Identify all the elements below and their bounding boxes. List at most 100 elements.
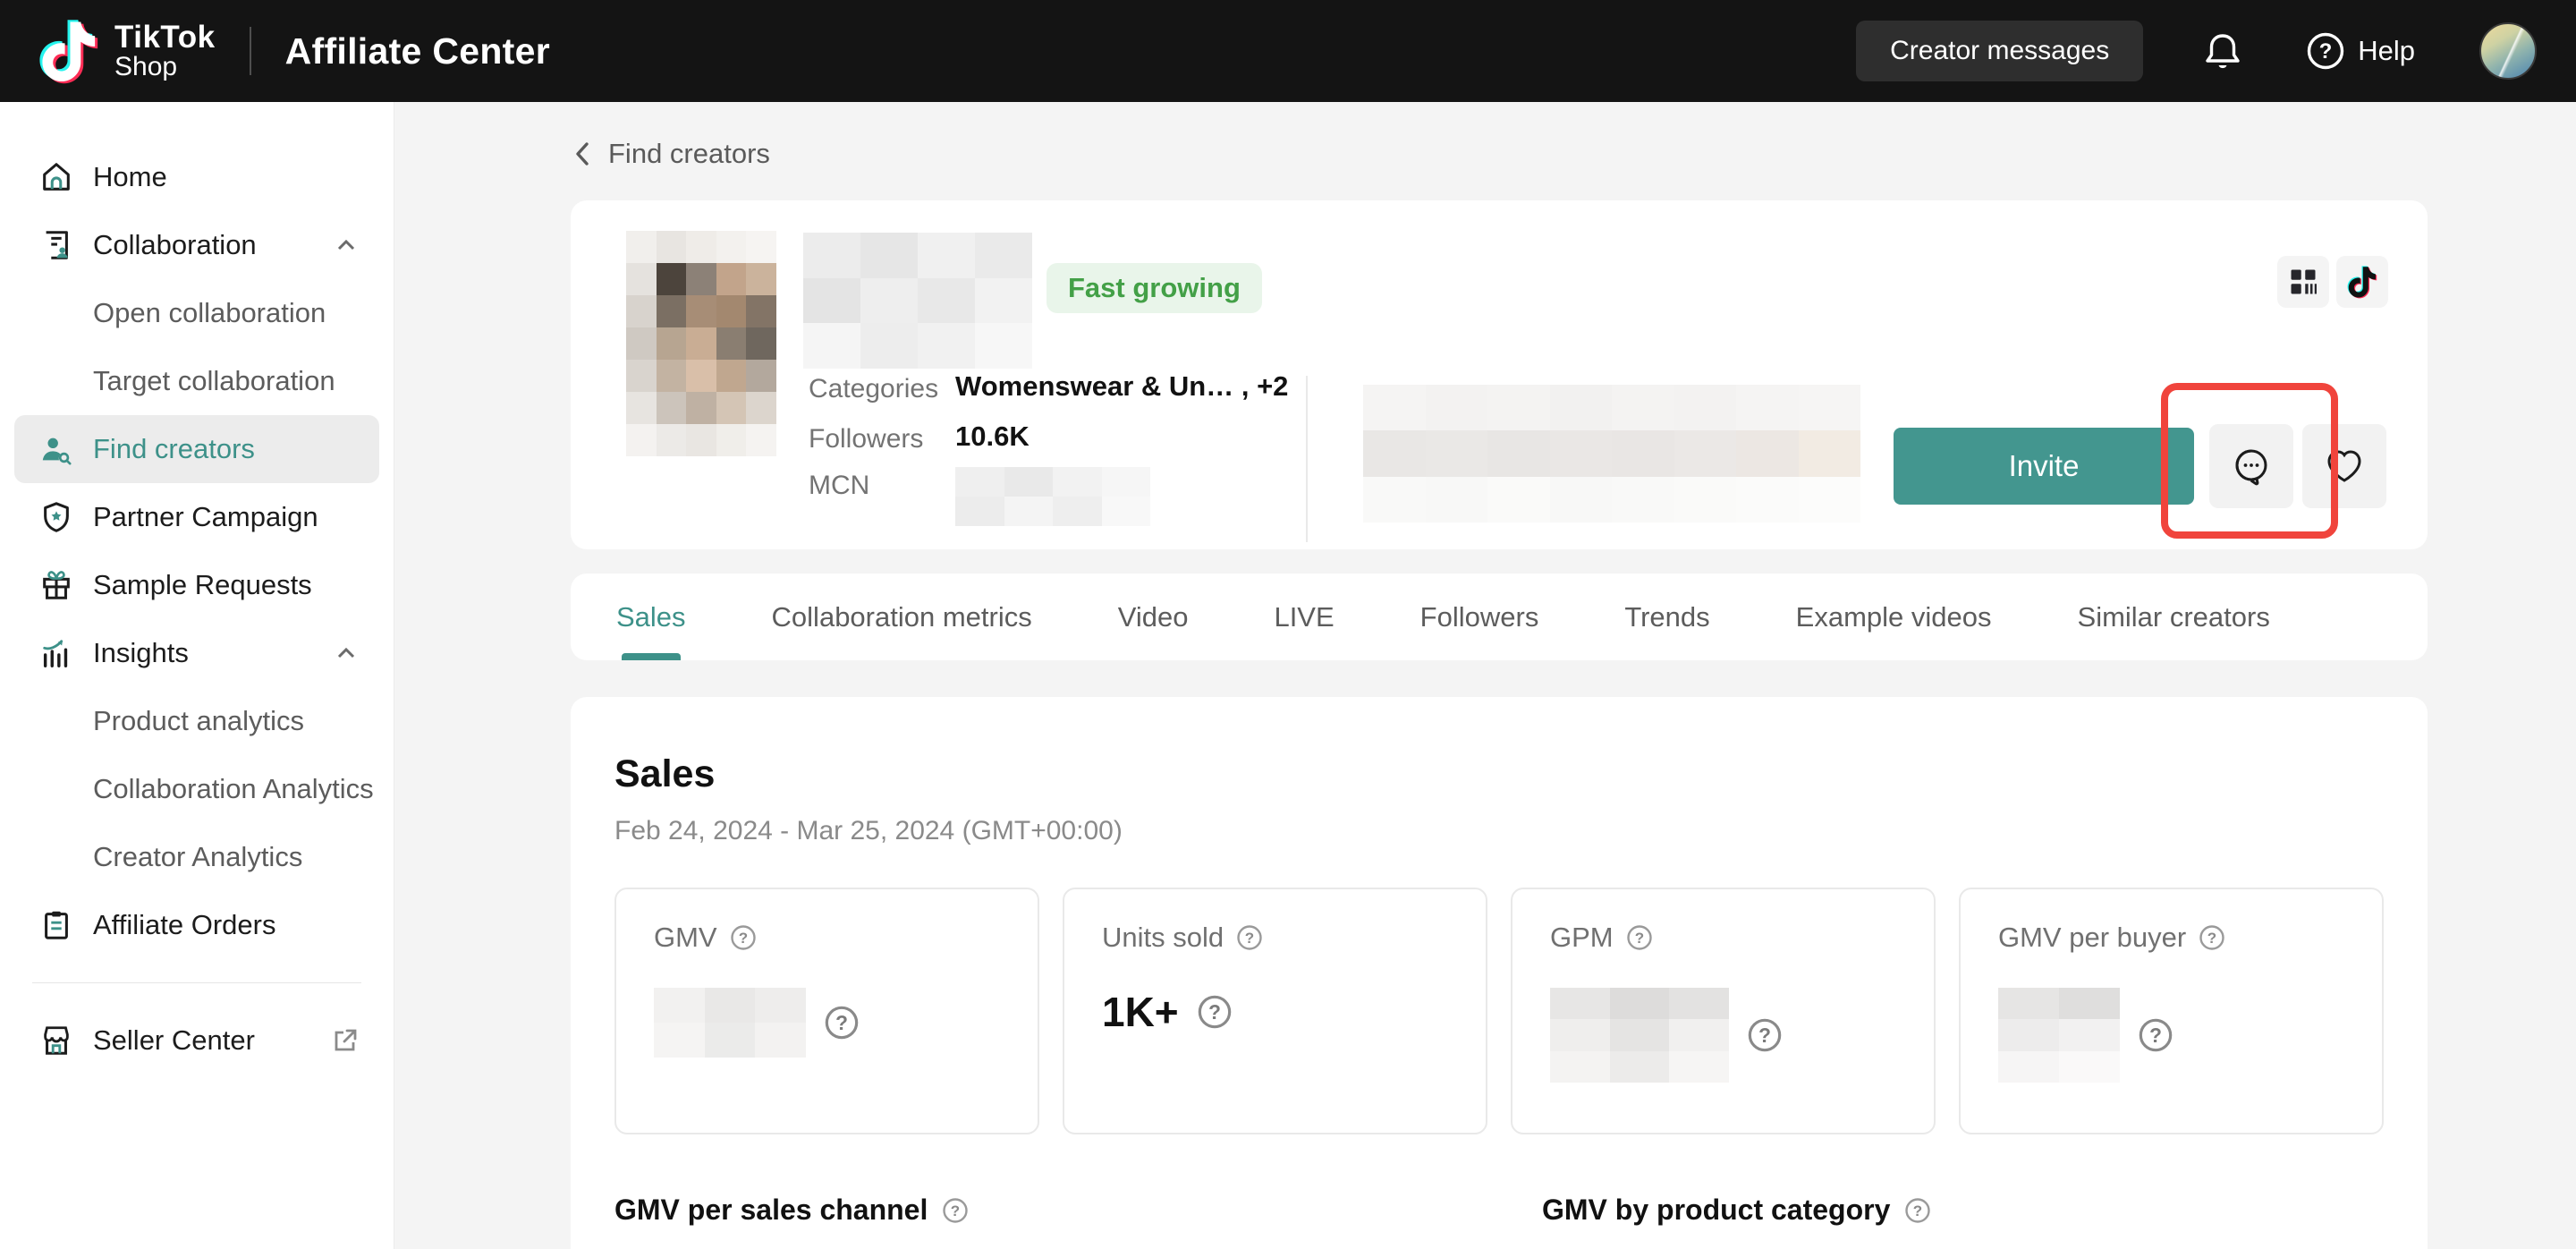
- question-circle-icon[interactable]: ?: [1197, 994, 1233, 1030]
- creator-name-blurred: [803, 233, 1032, 369]
- sidebar-item-partner-campaign[interactable]: Partner Campaign: [0, 483, 394, 551]
- question-circle-icon[interactable]: ?: [1236, 924, 1263, 951]
- sales-date-range: Feb 24, 2024 - Mar 25, 2024 (GMT+00:00): [614, 816, 2384, 846]
- sidebar-item-seller-center[interactable]: Seller Center: [0, 1007, 394, 1075]
- invite-button[interactable]: Invite: [1894, 428, 2194, 505]
- question-circle-icon[interactable]: ?: [942, 1197, 969, 1224]
- sidebar-item-collaboration-analytics[interactable]: Collaboration Analytics: [0, 755, 394, 823]
- metric-label: GMV per buyer: [1998, 922, 2186, 954]
- tiktok-profile-button[interactable]: [2336, 256, 2388, 308]
- user-avatar[interactable]: [2479, 22, 2537, 80]
- message-creator-button[interactable]: [2209, 424, 2293, 508]
- favorite-button[interactable]: [2302, 424, 2386, 508]
- sidebar-item-label: Seller Center: [93, 1024, 255, 1057]
- metric-card-gmv: GMV ? ?: [614, 888, 1039, 1134]
- categories-value: Womenswear & Un… , +2: [955, 370, 1288, 403]
- showcase-grid-button[interactable]: [2277, 256, 2329, 308]
- question-circle-icon[interactable]: ?: [2138, 1017, 2174, 1053]
- tiktok-icon: [2347, 265, 2377, 299]
- question-circle-icon[interactable]: ?: [2199, 924, 2225, 951]
- chart-title: GMV per sales channel: [614, 1194, 928, 1227]
- creator-profile-card: Fast growing Categories Womenswear & Un……: [571, 200, 2428, 549]
- question-circle-icon[interactable]: ?: [824, 1005, 860, 1041]
- gpm-value-blurred: [1550, 988, 1729, 1083]
- question-circle-icon[interactable]: ?: [1904, 1197, 1931, 1224]
- metric-card-gmv-per-buyer: GMV per buyer ? ?: [1959, 888, 2384, 1134]
- help-icon: ?: [2306, 31, 2345, 71]
- back-chevron-icon: [571, 139, 594, 169]
- help-menu[interactable]: ? Help: [2306, 31, 2415, 71]
- svg-text:?: ?: [1913, 1202, 1922, 1219]
- question-circle-icon[interactable]: ?: [730, 924, 757, 951]
- sidebar-item-sample-requests[interactable]: Sample Requests: [0, 551, 394, 619]
- sidebar-item-label: Home: [93, 161, 167, 193]
- metric-label: GPM: [1550, 922, 1614, 954]
- sidebar-divider: [32, 982, 361, 983]
- sidebar-item-affiliate-orders[interactable]: Affiliate Orders: [0, 891, 394, 959]
- followers-value: 10.6K: [955, 421, 1030, 453]
- breadcrumb-label: Find creators: [608, 138, 770, 170]
- sidebar-item-label: Open collaboration: [93, 297, 326, 329]
- brand-text: TikTok Shop: [114, 21, 216, 81]
- svg-text:?: ?: [738, 930, 747, 947]
- sales-title: Sales: [614, 752, 2384, 796]
- metric-card-units-sold: Units sold ? 1K+ ?: [1063, 888, 1487, 1134]
- sidebar-item-label: Product analytics: [93, 705, 304, 737]
- creator-stats-blurred: [1363, 385, 1860, 523]
- chat-icon: [2231, 446, 2272, 487]
- tab-live[interactable]: LIVE: [1274, 574, 1334, 660]
- tiktok-shop-logo[interactable]: TikTok Shop: [39, 18, 216, 84]
- svg-text:?: ?: [2319, 39, 2333, 64]
- tab-collaboration-metrics[interactable]: Collaboration metrics: [772, 574, 1032, 660]
- sidebar-item-label: Collaboration: [93, 229, 257, 261]
- tab-trends[interactable]: Trends: [1624, 574, 1709, 660]
- insights-icon: [39, 636, 73, 670]
- sidebar-item-creator-analytics[interactable]: Creator Analytics: [0, 823, 394, 891]
- sidebar-item-open-collaboration[interactable]: Open collaboration: [0, 279, 394, 347]
- question-circle-icon[interactable]: ?: [1626, 924, 1653, 951]
- notifications-bell-icon[interactable]: [2202, 30, 2243, 72]
- sidebar-nav: Home Collaboration Open collaboration Ta…: [0, 102, 394, 1249]
- sidebar-item-label: Collaboration Analytics: [93, 773, 374, 805]
- creator-messages-button[interactable]: Creator messages: [1856, 21, 2143, 81]
- question-circle-icon[interactable]: ?: [1747, 1017, 1783, 1053]
- metric-label: GMV: [654, 922, 717, 954]
- units-sold-value: 1K+: [1102, 988, 1179, 1036]
- sidebar-item-label: Affiliate Orders: [93, 909, 275, 941]
- sidebar-item-label: Insights: [93, 637, 189, 669]
- tab-followers[interactable]: Followers: [1420, 574, 1539, 660]
- sidebar-item-product-analytics[interactable]: Product analytics: [0, 687, 394, 755]
- tab-example-videos[interactable]: Example videos: [1796, 574, 1992, 660]
- brand-line2: Shop: [114, 54, 216, 81]
- chevron-up-icon[interactable]: [333, 640, 360, 667]
- tab-video[interactable]: Video: [1118, 574, 1189, 660]
- svg-text:?: ?: [1634, 930, 1643, 947]
- svg-text:?: ?: [2149, 1024, 2162, 1047]
- svg-text:?: ?: [1245, 930, 1254, 947]
- main-content: Find creators Fast growing Categories Wo…: [394, 102, 2576, 1249]
- svg-text:?: ?: [1208, 1000, 1221, 1024]
- sidebar-item-insights[interactable]: Insights: [0, 619, 394, 687]
- top-header: TikTok Shop Affiliate Center Creator mes…: [0, 0, 2576, 102]
- sidebar-item-find-creators[interactable]: Find creators: [14, 415, 379, 483]
- sidebar-item-target-collaboration[interactable]: Target collaboration: [0, 347, 394, 415]
- tab-sales[interactable]: Sales: [616, 574, 686, 660]
- home-icon: [39, 160, 73, 194]
- svg-text:?: ?: [2207, 930, 2216, 947]
- chevron-up-icon[interactable]: [333, 232, 360, 259]
- gmv-by-product-category-section: GMV by product category ?: [1499, 1194, 2384, 1227]
- sidebar-item-collaboration[interactable]: Collaboration: [0, 211, 394, 279]
- external-link-icon: [331, 1026, 360, 1055]
- tiktok-logo-icon: [39, 18, 98, 84]
- sidebar-item-home[interactable]: Home: [0, 143, 394, 211]
- collaboration-icon: [39, 228, 73, 262]
- breadcrumb-back[interactable]: Find creators: [571, 138, 770, 170]
- header-divider: [250, 27, 251, 75]
- sidebar-item-label: Partner Campaign: [93, 501, 318, 533]
- sidebar-item-label: Find creators: [93, 433, 255, 465]
- brand-line1: TikTok: [114, 21, 216, 54]
- fast-growing-badge: Fast growing: [1046, 263, 1262, 313]
- partner-campaign-icon: [39, 500, 73, 534]
- svg-text:?: ?: [951, 1202, 960, 1219]
- tab-similar-creators[interactable]: Similar creators: [2078, 574, 2270, 660]
